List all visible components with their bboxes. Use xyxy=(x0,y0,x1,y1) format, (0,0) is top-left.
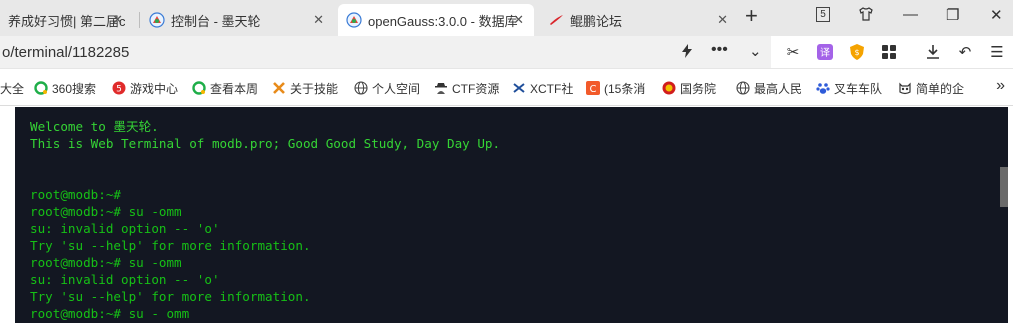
terminal-line: root@modb:~# xyxy=(30,187,121,202)
apps-grid-icon[interactable] xyxy=(879,42,899,62)
globe-icon xyxy=(354,81,368,95)
bookmark-label: (15条消 xyxy=(604,81,646,96)
shirt-icon[interactable] xyxy=(858,6,874,26)
web-terminal[interactable]: Welcome to 墨天轮. This is Web Terminal of … xyxy=(15,107,1008,323)
svg-text:$: $ xyxy=(854,48,859,57)
bookmark-item[interactable]: 简单的企 xyxy=(898,79,970,97)
bookmark-label: 叉车车队 xyxy=(834,81,883,96)
chevron-down-icon[interactable]: ⌄ xyxy=(749,42,762,60)
bookmark-item[interactable]: 查看本周 xyxy=(192,79,262,97)
tab-1[interactable]: 养成好习惯| 第二届c ✕ xyxy=(0,4,133,36)
bookmark-item[interactable]: 5 游戏中心 xyxy=(112,79,184,97)
bookmarks-bar: 大全 360搜索 5 游戏中心 查看本周 关于技能 个人空间 CTF资源 XCT… xyxy=(0,69,1013,106)
tab-close-icon[interactable]: ✕ xyxy=(513,12,524,28)
terminal-scrollbar[interactable] xyxy=(1000,167,1008,207)
tab-4[interactable]: 鲲鹏论坛 ✕ xyxy=(540,4,738,36)
bookmark-label: 关于技能 xyxy=(290,81,339,96)
modb-icon xyxy=(149,12,165,28)
xctf-icon xyxy=(512,81,526,95)
c-brand-icon: C xyxy=(586,81,600,95)
bookmark-label: XCTF社 xyxy=(530,81,574,96)
tab-count-badge[interactable]: 5 xyxy=(816,7,830,22)
bookmark-item[interactable]: 个人空间 xyxy=(354,79,424,97)
bookmark-item[interactable]: 最高人民 xyxy=(736,79,808,97)
terminal-line: root@modb:~# su -omm xyxy=(30,255,182,270)
360-search-icon xyxy=(34,81,48,95)
address-toolbar: o/terminal/1182285 ••• ⌄ ✂ 译 $ ↶ ☰ xyxy=(0,36,1013,69)
kunpeng-icon xyxy=(548,12,564,28)
tab-title: openGauss:3.0.0 - 数据库 xyxy=(368,13,518,29)
svg-text:5: 5 xyxy=(116,85,122,95)
translate-icon[interactable]: 译 xyxy=(815,42,835,62)
opengauss-icon xyxy=(346,12,362,28)
terminal-line: This is Web Terminal of modb.pro; Good G… xyxy=(30,136,501,151)
bookmark-label: 国务院 xyxy=(680,81,717,96)
bookmark-item[interactable]: XCTF社 xyxy=(512,79,576,97)
spy-icon xyxy=(434,81,448,95)
tab-close-icon[interactable]: ✕ xyxy=(717,12,728,28)
bookmark-label: 简单的企 xyxy=(916,81,965,96)
bookmark-label: 个人空间 xyxy=(372,81,421,96)
bookmark-label: 大全 xyxy=(0,81,25,96)
undo-icon[interactable]: ↶ xyxy=(955,42,975,62)
restore-icon[interactable]: ❐ xyxy=(946,6,959,24)
new-tab-button[interactable]: + xyxy=(745,5,758,27)
bookmark-item[interactable]: 大全 xyxy=(0,79,28,97)
terminal-line: Try 'su --help' for more information. xyxy=(30,238,311,253)
bookmark-label: 360搜索 xyxy=(52,81,97,96)
360-search-icon xyxy=(192,81,206,95)
tab-3-active[interactable]: openGauss:3.0.0 - 数据库 ✕ xyxy=(338,4,534,36)
shield-icon[interactable]: $ xyxy=(847,42,867,62)
tab-strip: 养成好习惯| 第二届c ✕ 控制台 - 墨天轮 ✕ openGauss:3.0.… xyxy=(0,0,1013,36)
tab-title: 养成好习惯| 第二届c xyxy=(8,13,125,29)
bookmark-label: 最高人民 xyxy=(754,81,803,96)
tab-title: 控制台 - 墨天轮 xyxy=(171,13,261,29)
address-bar[interactable]: o/terminal/1182285 xyxy=(0,36,771,68)
x-brand-icon xyxy=(272,81,286,95)
bookmark-item[interactable]: CTF资源 xyxy=(434,79,502,97)
minimize-icon[interactable]: — xyxy=(903,6,918,23)
terminal-line: su: invalid option -- 'o' xyxy=(30,221,220,236)
game-center-icon: 5 xyxy=(112,81,126,95)
bookmark-item[interactable]: 叉车车队 xyxy=(816,79,888,97)
tab-2[interactable]: 控制台 - 墨天轮 ✕ xyxy=(141,4,334,36)
bookmark-label: 查看本周 xyxy=(210,81,259,96)
tab-close-icon[interactable]: ✕ xyxy=(112,12,123,28)
globe-icon xyxy=(736,81,750,95)
tab-close-icon[interactable]: ✕ xyxy=(313,12,324,28)
owl-icon xyxy=(898,81,912,95)
bookmark-item[interactable]: C (15条消 xyxy=(586,79,654,97)
tab-separator xyxy=(139,12,140,28)
terminal-line: Welcome to 墨天轮. xyxy=(30,119,159,134)
url-text[interactable]: o/terminal/1182285 xyxy=(2,44,129,61)
svg-text:C: C xyxy=(590,84,597,95)
emblem-icon xyxy=(662,81,676,95)
bookmark-label: CTF资源 xyxy=(452,81,500,96)
bookmark-item[interactable]: 国务院 xyxy=(662,79,728,97)
terminal-line: root@modb:~# su - omm xyxy=(30,306,190,321)
bookmark-item[interactable]: 关于技能 xyxy=(272,79,344,97)
lightning-icon[interactable] xyxy=(680,43,694,63)
baidu-paw-icon xyxy=(816,81,830,95)
bookmark-item[interactable]: 360搜索 xyxy=(34,79,104,97)
more-bookmarks-icon[interactable]: » xyxy=(996,77,1005,95)
terminal-line: Try 'su --help' for more information. xyxy=(30,289,311,304)
download-icon[interactable] xyxy=(923,42,943,62)
terminal-line: su: invalid option -- 'o' xyxy=(30,272,220,287)
svg-text:译: 译 xyxy=(820,47,830,59)
close-window-icon[interactable]: ✕ xyxy=(990,6,1003,24)
terminal-line: root@modb:~# su -omm xyxy=(30,204,182,219)
menu-icon[interactable]: ☰ xyxy=(987,42,1007,62)
bookmark-label: 游戏中心 xyxy=(130,81,179,96)
tab-title: 鲲鹏论坛 xyxy=(570,13,623,29)
page-content: Welcome to 墨天轮. This is Web Terminal of … xyxy=(0,107,1013,323)
more-dots-icon[interactable]: ••• xyxy=(711,41,728,59)
scissors-icon[interactable]: ✂ xyxy=(783,42,803,62)
